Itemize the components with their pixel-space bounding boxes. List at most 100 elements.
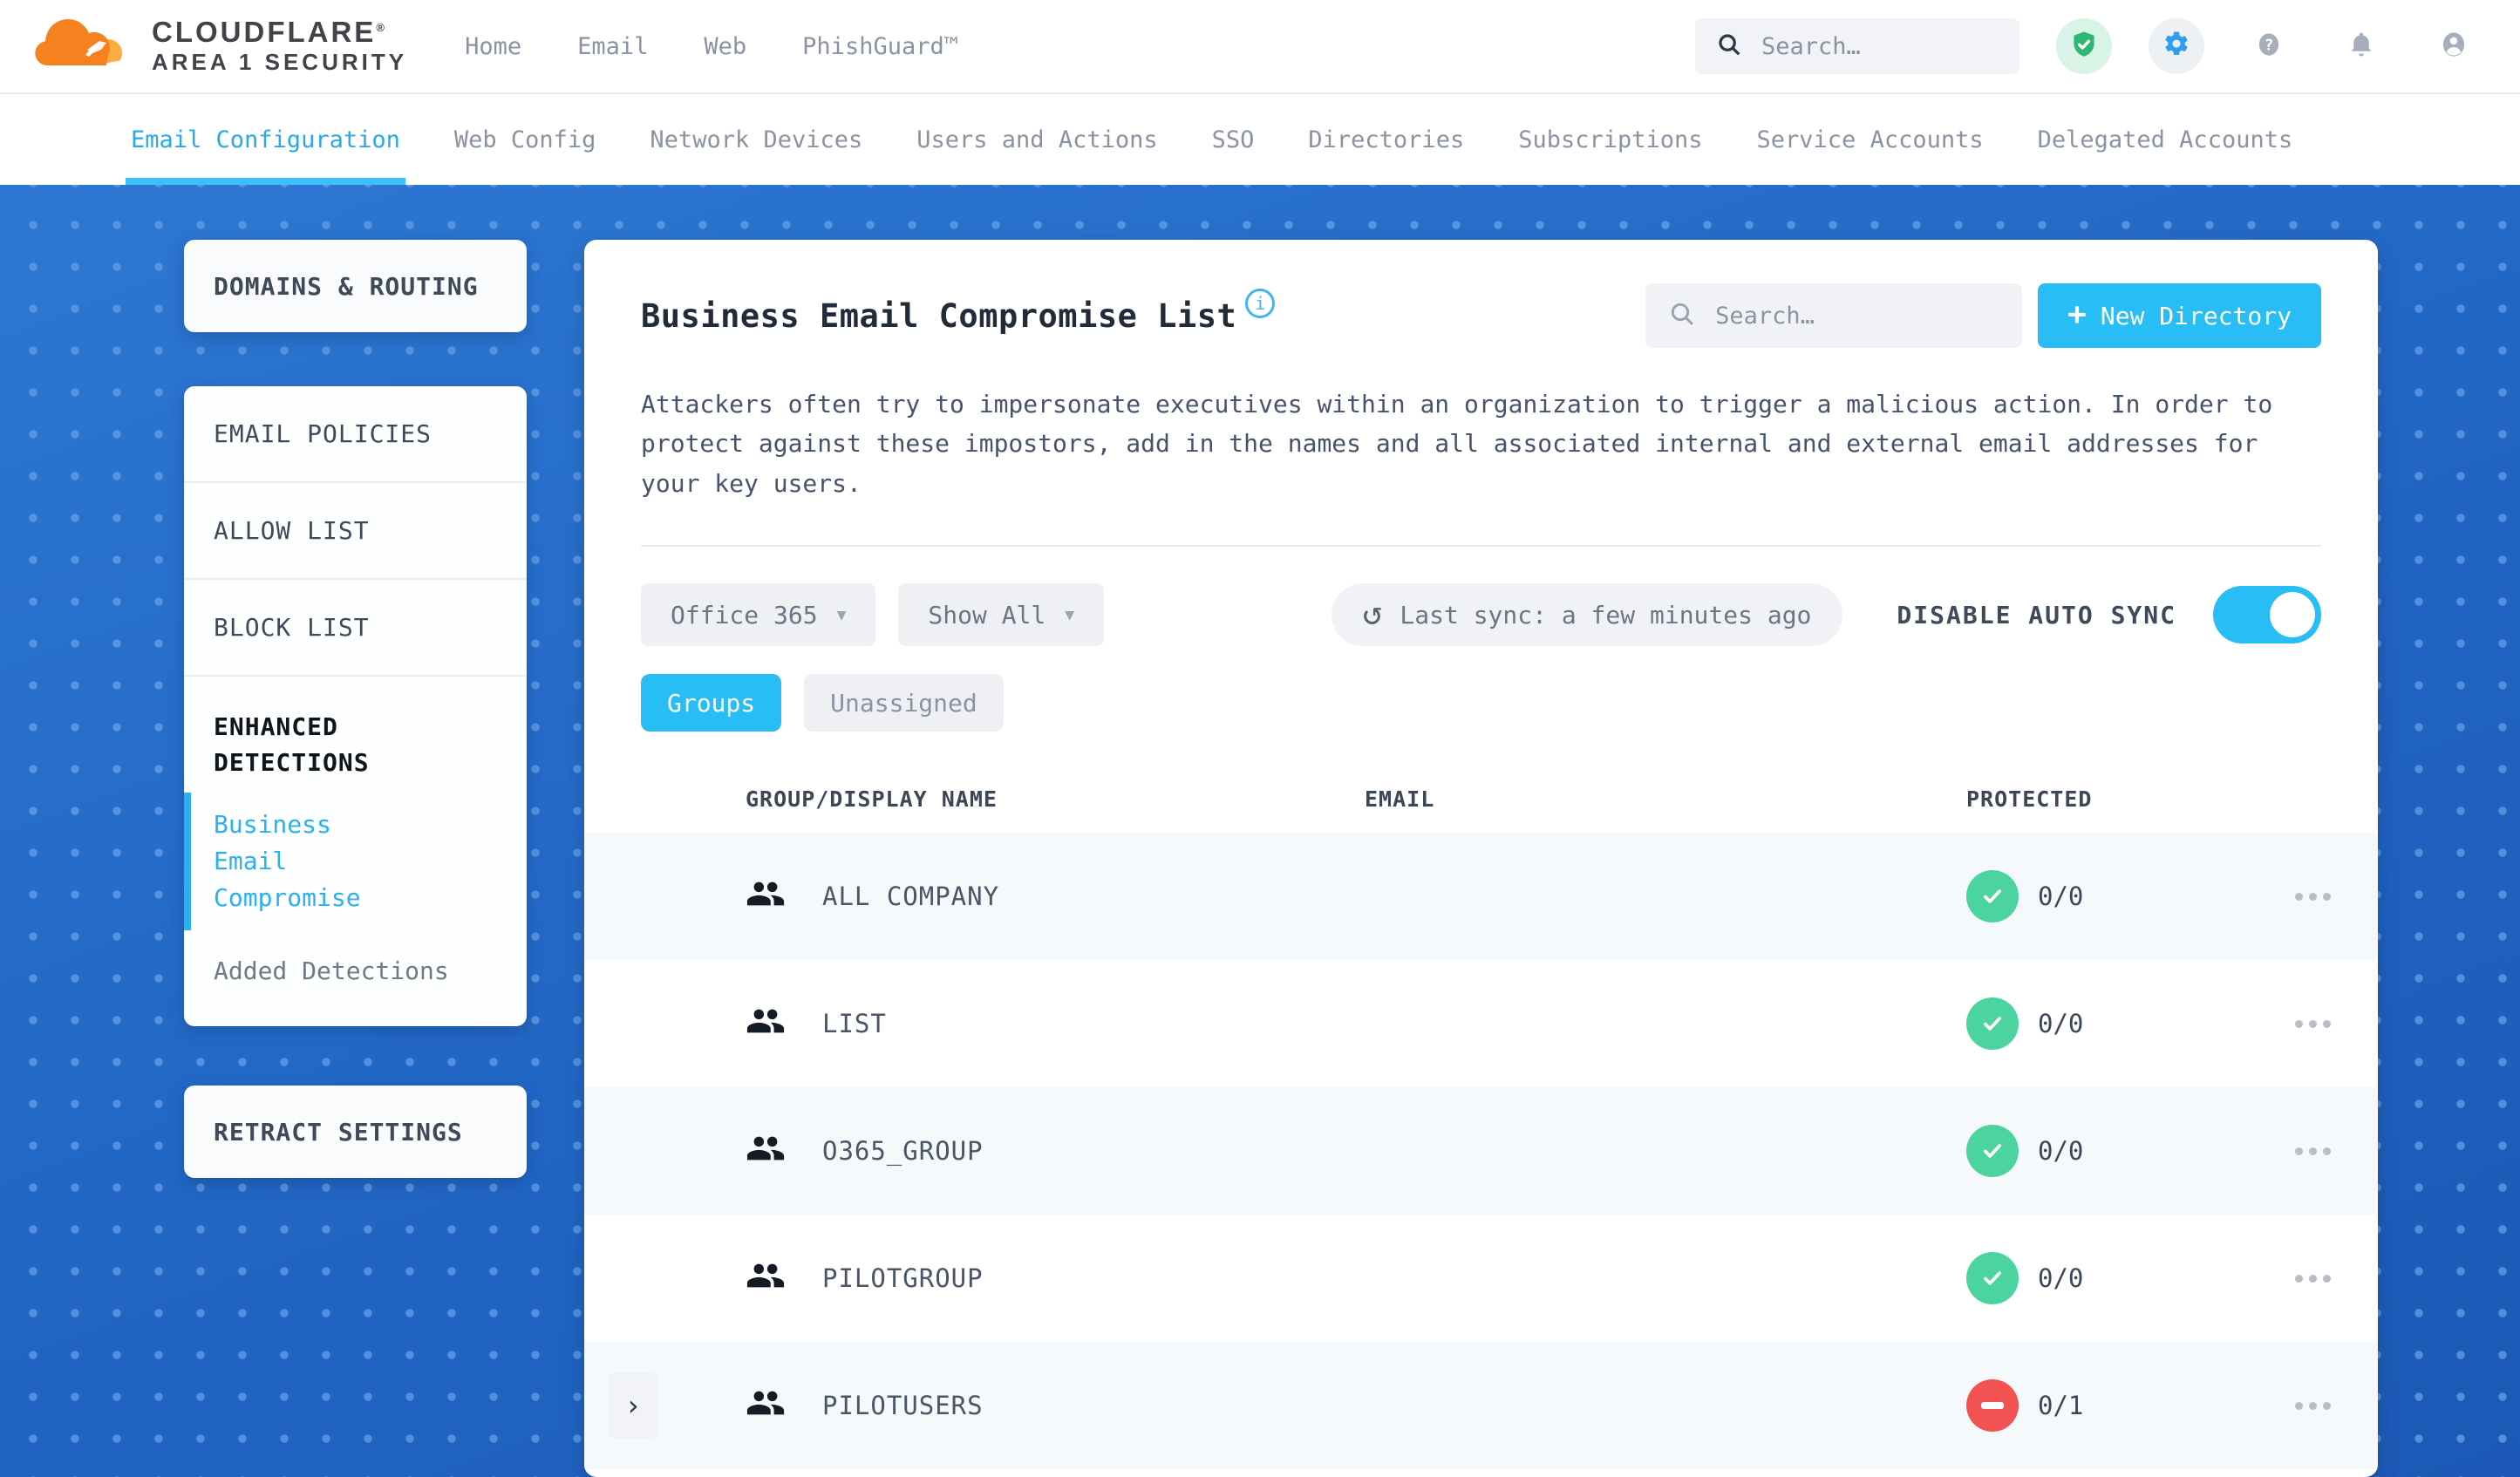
page-title: Business Email Compromise List bbox=[641, 297, 1237, 335]
divider bbox=[641, 545, 2321, 548]
filters-row: Office 365 ▼ Show All ▼ ↺ Last sync: a f… bbox=[641, 583, 2321, 647]
sidebar-item-domains-routing[interactable]: DOMAINS & ROUTING bbox=[184, 240, 527, 332]
group-name: PILOTGROUP bbox=[822, 1263, 984, 1294]
page-description: Attackers often try to impersonate execu… bbox=[641, 390, 2273, 498]
list-search-input[interactable] bbox=[1713, 301, 2000, 330]
table-row[interactable]: LIST 0/0 bbox=[584, 960, 2378, 1087]
table-row[interactable]: ALL COMPANY 0/0 bbox=[584, 833, 2378, 961]
header-nav: Home Email Web PhishGuard™ bbox=[465, 33, 958, 60]
protected-check-icon bbox=[1966, 1252, 2019, 1305]
header-nav-email[interactable]: Email bbox=[577, 33, 648, 60]
title-actions: + New Directory bbox=[1645, 283, 2321, 348]
search-icon bbox=[1668, 300, 1696, 331]
show-filter-dropdown[interactable]: Show All ▼ bbox=[898, 583, 1105, 647]
search-icon bbox=[1716, 31, 1742, 61]
header-nav-web[interactable]: Web bbox=[704, 33, 746, 60]
protected-count: 0/0 bbox=[2038, 881, 2084, 912]
help-icon: ? bbox=[2253, 29, 2285, 64]
view-tab-unassigned[interactable]: Unassigned bbox=[804, 674, 1004, 732]
sidebar: DOMAINS & ROUTING EMAIL POLICIES ALLOW L… bbox=[184, 240, 527, 1179]
protected-check-icon bbox=[1966, 870, 2019, 923]
brand-subname: AREA 1 SECURITY bbox=[152, 48, 408, 75]
group-name: O365_GROUP bbox=[822, 1136, 984, 1167]
chevron-down-icon: ▼ bbox=[1065, 605, 1075, 624]
notifications-button[interactable] bbox=[2333, 18, 2389, 74]
settings-button[interactable] bbox=[2149, 18, 2204, 74]
sidebar-policies-card: EMAIL POLICIES ALLOW LIST BLOCK LIST ENH… bbox=[184, 386, 527, 1027]
table-row[interactable]: › PILOTUSERS 0/1 bbox=[584, 1342, 2378, 1470]
cloudflare-logo[interactable]: CLOUDFLARE® AREA 1 SECURITY bbox=[35, 15, 407, 78]
row-menu-button[interactable] bbox=[2283, 1263, 2343, 1295]
group-icon bbox=[746, 1256, 786, 1302]
sidebar-item-allow-list[interactable]: ALLOW LIST bbox=[184, 483, 527, 580]
tab-delegated-accounts[interactable]: Delegated Accounts bbox=[2038, 94, 2293, 185]
shield-check-icon bbox=[2069, 30, 2099, 63]
protected-count: 0/0 bbox=[2038, 1263, 2084, 1294]
account-button[interactable] bbox=[2426, 18, 2482, 74]
tab-email-configuration[interactable]: Email Configuration bbox=[126, 94, 405, 185]
group-icon bbox=[746, 1001, 786, 1047]
title-row: Business Email Compromise List i + New D… bbox=[641, 283, 2321, 348]
table-row[interactable]: O365_GROUP 0/0 bbox=[584, 1087, 2378, 1215]
last-sync-button[interactable]: ↺ Last sync: a few minutes ago bbox=[1331, 583, 1843, 647]
tab-directories[interactable]: Directories bbox=[1308, 94, 1464, 185]
row-menu-button[interactable] bbox=[2283, 1390, 2343, 1422]
table-row[interactable]: PILOTGROUP 0/0 bbox=[584, 1215, 2378, 1342]
header-actions: ? bbox=[1695, 18, 2482, 74]
view-tabs: Groups Unassigned bbox=[641, 674, 2321, 732]
row-expand-button[interactable]: › bbox=[608, 1372, 658, 1440]
gear-icon bbox=[2161, 29, 2192, 64]
group-icon bbox=[746, 1128, 786, 1174]
sidebar-item-business-email-compromise[interactable]: Business Email Compromise bbox=[184, 793, 446, 931]
tab-sso[interactable]: SSO bbox=[1212, 94, 1255, 185]
section-tabbar: Email Configuration Web Config Network D… bbox=[0, 94, 2520, 185]
content-area: DOMAINS & ROUTING EMAIL POLICIES ALLOW L… bbox=[0, 185, 2520, 1477]
group-name: PILOTUSERS bbox=[822, 1391, 984, 1421]
tab-network-devices[interactable]: Network Devices bbox=[650, 94, 862, 185]
auto-sync-toggle[interactable] bbox=[2213, 586, 2321, 644]
column-email: EMAIL bbox=[1365, 786, 1435, 812]
new-directory-button[interactable]: + New Directory bbox=[2038, 283, 2321, 348]
row-menu-button[interactable] bbox=[2283, 1135, 2343, 1167]
header-nav-phishguard[interactable]: PhishGuard™ bbox=[802, 33, 958, 60]
view-tab-groups[interactable]: Groups bbox=[641, 674, 782, 732]
sidebar-item-block-list[interactable]: BLOCK LIST bbox=[184, 580, 527, 677]
directory-filter-dropdown[interactable]: Office 365 ▼ bbox=[641, 583, 876, 647]
group-icon bbox=[746, 1383, 786, 1429]
info-icon[interactable]: i bbox=[1245, 289, 1276, 318]
table-header: GROUP/DISPLAY NAME EMAIL PROTECTED bbox=[584, 765, 2378, 833]
header-nav-home[interactable]: Home bbox=[465, 33, 521, 60]
tab-users-and-actions[interactable]: Users and Actions bbox=[916, 94, 1157, 185]
not-protected-minus-icon bbox=[1966, 1379, 2019, 1433]
tab-service-accounts[interactable]: Service Accounts bbox=[1757, 94, 1984, 185]
group-name: LIST bbox=[822, 1009, 887, 1039]
global-search[interactable] bbox=[1695, 18, 2019, 74]
sidebar-item-retract-settings[interactable]: RETRACT SETTINGS bbox=[184, 1086, 527, 1179]
global-search-input[interactable] bbox=[1760, 31, 1999, 61]
column-group-display-name: GROUP/DISPLAY NAME bbox=[746, 786, 998, 812]
sidebar-item-enhanced-detections[interactable]: ENHANCED DETECTIONS bbox=[184, 677, 446, 793]
last-sync-label: Last sync: a few minutes ago bbox=[1400, 600, 1812, 630]
sidebar-item-email-policies[interactable]: EMAIL POLICIES bbox=[184, 386, 527, 483]
tab-subscriptions[interactable]: Subscriptions bbox=[1518, 94, 1702, 185]
chevron-right-icon: › bbox=[624, 1389, 642, 1423]
svg-text:?: ? bbox=[2265, 37, 2274, 55]
disable-auto-sync-label: DISABLE AUTO SYNC bbox=[1897, 600, 2176, 630]
group-icon bbox=[746, 874, 786, 920]
protected-check-icon bbox=[1966, 1125, 2019, 1178]
registered-mark: ® bbox=[376, 21, 385, 35]
group-name: ALL COMPANY bbox=[822, 881, 1000, 912]
protected-count: 0/0 bbox=[2038, 1009, 2084, 1039]
row-menu-button[interactable] bbox=[2283, 1008, 2343, 1040]
cloudflare-cloud-icon bbox=[35, 15, 138, 78]
chevron-down-icon: ▼ bbox=[836, 605, 847, 624]
tab-web-config[interactable]: Web Config bbox=[454, 94, 596, 185]
sidebar-item-added-detections[interactable]: Added Detections bbox=[184, 930, 527, 1004]
groups-table: GROUP/DISPLAY NAME EMAIL PROTECTED ALL C… bbox=[584, 765, 2378, 1470]
brand-name: CLOUDFLARE® bbox=[152, 16, 385, 49]
help-button[interactable]: ? bbox=[2241, 18, 2297, 74]
row-menu-button[interactable] bbox=[2283, 881, 2343, 913]
security-status-button[interactable] bbox=[2056, 18, 2112, 74]
toggle-knob bbox=[2270, 592, 2315, 638]
list-search[interactable] bbox=[1645, 283, 2023, 348]
